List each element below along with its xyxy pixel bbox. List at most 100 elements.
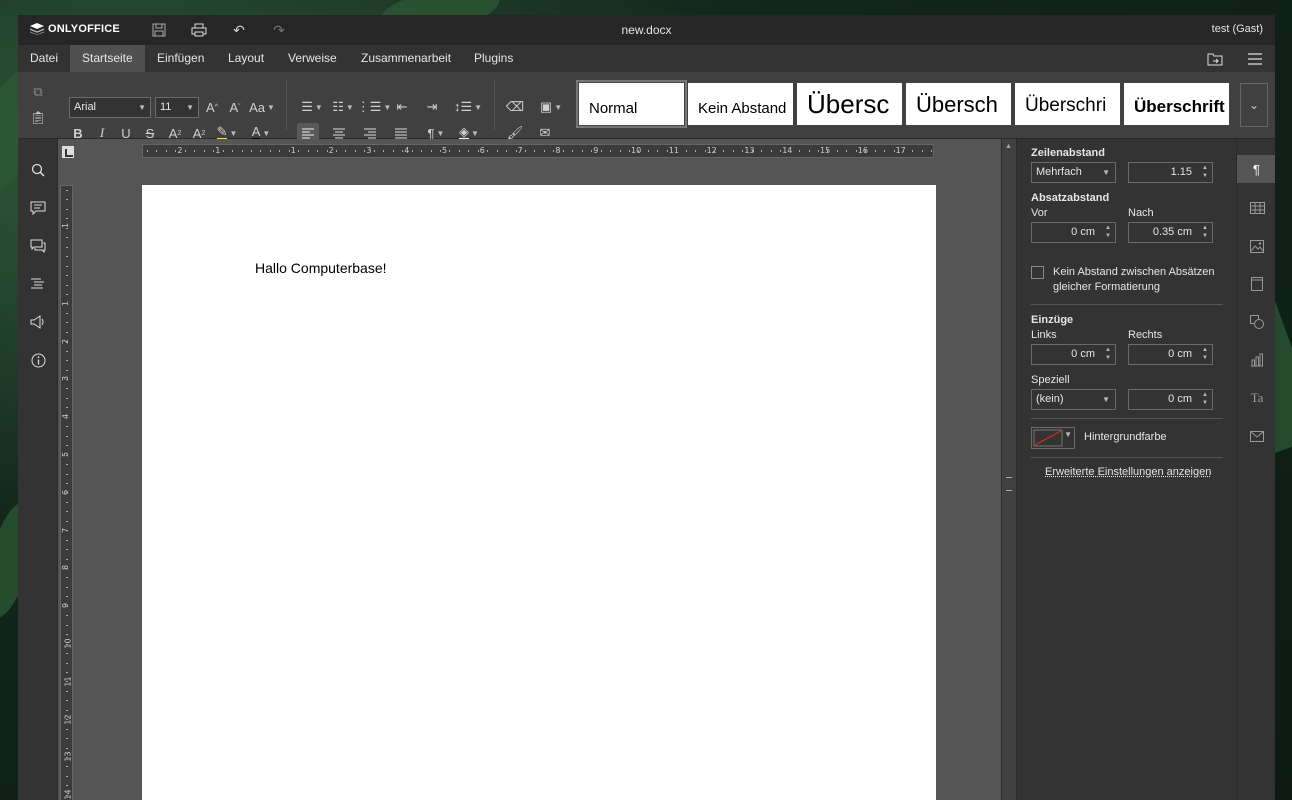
no-spacing-checkbox-label-2[interactable]: gleicher Formatierung (1053, 281, 1160, 293)
ruler-tick (66, 586, 68, 588)
tab-stop-selector[interactable] (62, 146, 74, 158)
text-art-settings-icon[interactable]: Ta (1246, 387, 1268, 409)
tab-startseite[interactable]: Startseite (70, 45, 145, 72)
line-spacing-mode-select[interactable]: Mehrfach ▼ (1031, 162, 1116, 183)
no-spacing-checkbox-label[interactable]: Kein Abstand zwischen Absätzen (1053, 266, 1214, 278)
vertical-ruler[interactable]: 11234567891011121314 (60, 185, 73, 800)
font-size-select[interactable]: 11 ▼ (155, 97, 199, 118)
onlyoffice-logo: ONLYOFFICE (30, 23, 120, 35)
line-spacing-value: 1.15 (1170, 166, 1192, 178)
ruler-tick (66, 501, 68, 503)
background-color-button[interactable]: ▼ (1031, 427, 1075, 449)
feedback-icon[interactable] (28, 312, 48, 332)
table-settings-icon[interactable] (1246, 197, 1268, 219)
bullet-list-icon[interactable]: ☰ ▼ (298, 97, 326, 117)
increase-indent-icon[interactable]: ⇥ (421, 97, 443, 117)
style-heading-3[interactable]: Überschri (1014, 82, 1121, 126)
search-icon[interactable] (28, 160, 48, 180)
tab-zusammenarbeit[interactable]: Zusammenarbeit (349, 45, 463, 72)
decrease-indent-icon[interactable]: ⇤ (391, 97, 413, 117)
increase-font-icon[interactable]: A ^ (201, 97, 223, 117)
scrollbar-thumb[interactable] (1006, 477, 1012, 491)
font-name-select[interactable]: Arial ▼ (69, 97, 151, 118)
change-case-icon[interactable]: Aa ▼ (248, 97, 276, 117)
spacing-after-input[interactable]: 0.35 cm ▲ ▼ (1128, 222, 1213, 243)
scroll-up-icon[interactable]: ▲ (1005, 143, 1012, 150)
mail-merge-settings-icon[interactable] (1246, 425, 1268, 447)
open-file-location-icon[interactable] (1205, 49, 1225, 69)
decrease-font-icon[interactable]: Aˇ (224, 97, 246, 117)
spacing-before-input[interactable]: 0 cm ▲ ▼ (1031, 222, 1116, 243)
document-workspace: 211234567891011121314151617 112345678910… (58, 139, 1016, 800)
font-name-value: Arial (74, 101, 97, 113)
right-indent-input[interactable]: 0 cm ▲ ▼ (1128, 344, 1213, 365)
tab-datei[interactable]: Datei (18, 45, 70, 72)
ruler-tick (893, 150, 895, 152)
horizontal-ruler[interactable]: 2 1 1 2 3 4 5 6 7 8 9 10 11 12 13 14 15 16 17 (142, 144, 934, 158)
comments-icon[interactable] (28, 198, 48, 218)
ruler-label: 13 (744, 146, 755, 155)
image-settings-icon[interactable] (1246, 235, 1268, 257)
header-footer-settings-icon[interactable] (1246, 273, 1268, 295)
ruler-tick (66, 379, 68, 380)
undo-icon[interactable]: ↶ (230, 21, 248, 39)
ruler-tick (66, 482, 68, 484)
info-icon[interactable] (28, 350, 48, 370)
style-heading-4[interactable]: Überschrift (1123, 82, 1230, 126)
vertical-scrollbar[interactable]: ▲ (1001, 139, 1016, 800)
styles-expand-button[interactable]: ⌄ (1240, 83, 1268, 127)
spinner-arrows-icon[interactable]: ▲ ▼ (1105, 224, 1111, 240)
style-heading-1[interactable]: Übersc (796, 82, 903, 126)
ruler-label: 15 (820, 146, 831, 155)
ruler-tick (657, 150, 659, 152)
ruler-tick (430, 150, 432, 152)
document-text[interactable]: Hallo Computerbase! (255, 260, 387, 276)
redo-icon[interactable]: ↷ (270, 21, 288, 39)
ruler-tick (912, 150, 914, 152)
menu-bar: Datei Startseite Einfügen Layout Verweis… (18, 45, 1275, 72)
special-indent-amount-input[interactable]: 0 cm ▲ ▼ (1128, 389, 1213, 410)
advanced-settings-link[interactable]: Erweiterte Einstellungen anzeigen (1045, 466, 1211, 478)
ruler-tick (761, 150, 763, 152)
ruler-tick (260, 150, 262, 152)
navigation-icon[interactable] (28, 274, 48, 294)
special-indent-select[interactable]: (kein) ▼ (1031, 389, 1116, 410)
spinner-arrows-icon[interactable]: ▲ ▼ (1202, 391, 1208, 407)
tab-verweise[interactable]: Verweise (276, 45, 349, 72)
no-spacing-checkbox[interactable] (1031, 266, 1044, 279)
multilevel-list-icon[interactable]: ⋮☰ ▼ (357, 97, 392, 117)
user-name[interactable]: test (Gast) (1212, 23, 1263, 35)
line-spacing-icon[interactable]: ↕☰ ▼ (453, 97, 483, 117)
hamburger-menu-icon[interactable] (1245, 49, 1265, 69)
ruler-label: 2 (328, 146, 334, 155)
spinner-arrows-icon[interactable]: ▲ ▼ (1202, 346, 1208, 362)
print-icon[interactable] (190, 21, 208, 39)
ruler-tick (515, 150, 517, 152)
line-spacing-value-input[interactable]: 1.15 ▲ ▼ (1128, 162, 1213, 183)
tab-plugins[interactable]: Plugins (462, 45, 525, 72)
spinner-arrows-icon[interactable]: ▲ ▼ (1202, 224, 1208, 240)
ruler-tick (619, 150, 621, 152)
shape-settings-icon[interactable] (1246, 311, 1268, 333)
left-indent-input[interactable]: 0 cm ▲ ▼ (1031, 344, 1116, 365)
line-spacing-mode-value: Mehrfach (1036, 166, 1082, 178)
save-icon[interactable] (150, 21, 168, 39)
spinner-arrows-icon[interactable]: ▲ ▼ (1202, 164, 1208, 180)
style-no-spacing[interactable]: Kein Abstand (687, 82, 794, 126)
paragraph-settings-icon[interactable]: ¶ (1237, 155, 1275, 183)
spinner-arrows-icon[interactable]: ▲ ▼ (1105, 346, 1111, 362)
paste-icon[interactable]: 📋︎ (27, 108, 49, 128)
tab-einfuegen[interactable]: Einfügen (145, 45, 216, 72)
style-heading-2[interactable]: Übersch (905, 82, 1012, 126)
document-page[interactable]: Hallo Computerbase! (142, 185, 936, 800)
color-scheme-icon[interactable]: ▣ ▼ (536, 97, 566, 117)
ruler-tick (695, 150, 697, 152)
tab-layout[interactable]: Layout (216, 45, 276, 72)
numbered-list-icon[interactable]: ☷ ▼ (329, 97, 357, 117)
chart-settings-icon[interactable] (1246, 349, 1268, 371)
style-normal[interactable]: Normal (576, 80, 687, 128)
clear-style-icon[interactable]: ⌫ (504, 97, 526, 117)
chat-icon[interactable] (28, 236, 48, 256)
copy-icon[interactable]: ⧉ (27, 82, 49, 102)
chevron-down-icon: ▼ (1064, 430, 1072, 439)
